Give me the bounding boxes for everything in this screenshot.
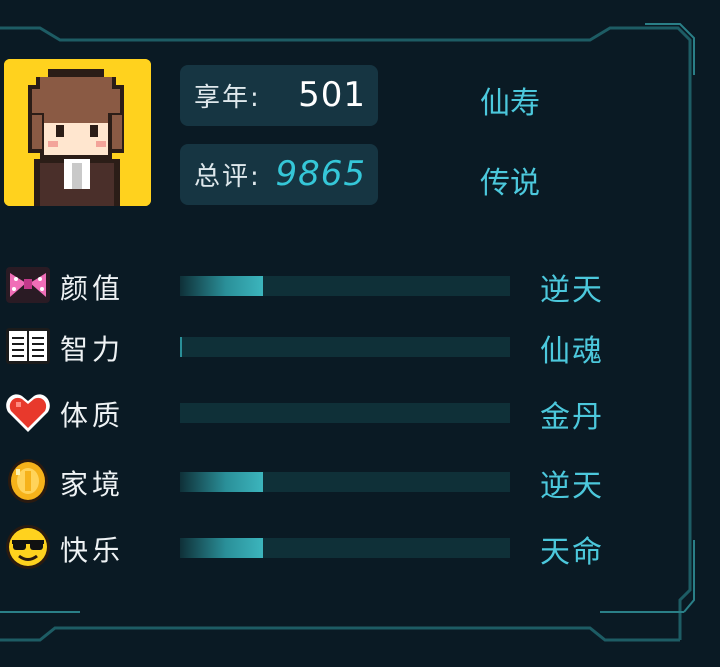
attribute-bar-fill (180, 538, 263, 558)
sunglasses-face-icon (6, 525, 50, 569)
attribute-bar (180, 403, 510, 423)
attribute-grade: 仙魂 (540, 334, 604, 369)
attribute-bar (180, 276, 510, 296)
attribute-bar-fill (180, 276, 263, 296)
attribute-grade: 逆天 (540, 273, 604, 308)
age-value: 501 (298, 75, 366, 115)
attribute-bar-fill (180, 472, 263, 492)
age-rank: 仙寿 (480, 86, 540, 121)
pixel-boy-avatar-icon (4, 59, 151, 206)
attribute-bar (180, 472, 510, 492)
book-icon (6, 328, 50, 364)
attribute-row-family: 家境 逆天 (0, 457, 720, 507)
score-rank: 传说 (480, 166, 540, 201)
score-value: 9865 (275, 154, 366, 194)
age-label: 享年: (194, 83, 261, 113)
attribute-bar-fill (180, 337, 182, 357)
attribute-name: 智力 (60, 333, 125, 366)
attribute-name: 快乐 (60, 534, 125, 567)
score-label: 总评: (194, 162, 261, 192)
attribute-row-constitution: 体质 金丹 (0, 388, 720, 438)
age-panel: 享年: 501 (180, 65, 378, 126)
attribute-row-appearance: 颜值 逆天 (0, 261, 720, 311)
heart-icon (6, 394, 50, 432)
bow-icon (6, 267, 50, 303)
coin-icon (8, 459, 48, 503)
attribute-row-intelligence: 智力 仙魂 (0, 322, 720, 372)
attribute-name: 体质 (60, 399, 125, 432)
attribute-grade: 金丹 (540, 400, 604, 435)
attribute-row-happiness: 快乐 天命 (0, 523, 720, 573)
attribute-grade: 天命 (540, 535, 604, 570)
avatar (4, 59, 151, 206)
attribute-bar (180, 337, 510, 357)
attribute-grade: 逆天 (540, 469, 604, 504)
score-panel: 总评: 9865 (180, 144, 378, 205)
attribute-bar (180, 538, 510, 558)
attribute-name: 家境 (60, 468, 125, 501)
attribute-name: 颜值 (60, 272, 125, 305)
